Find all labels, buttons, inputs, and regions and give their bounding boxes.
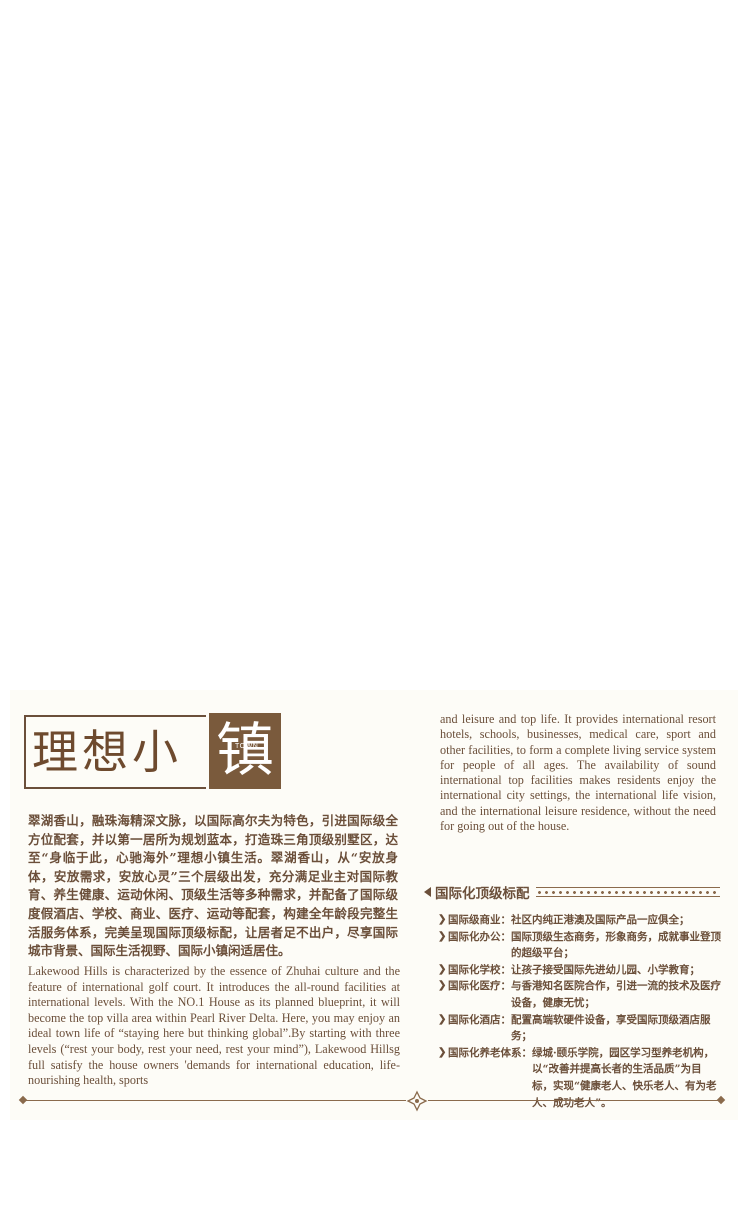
page-title: 理想小 <box>32 725 182 779</box>
chevron-right-icon: ❯ <box>438 963 447 975</box>
triangle-left-icon <box>424 887 431 897</box>
facility-desc: 国际顶级生态商务，形象商务，成就事业登顶的超级平台； <box>511 930 721 960</box>
list-item: ❯ 国际化学校： 让孩子接受国际先进幼儿园、小学教育； <box>438 962 722 979</box>
chevron-right-icon: ❯ <box>438 1013 447 1025</box>
chevron-right-icon: ❯ <box>438 1046 447 1058</box>
facility-desc: 让孩子接受国际先进幼儿园、小学教育； <box>511 963 700 976</box>
list-item: ❯ 国际化酒店： 配置高端软硬件设备，享受国际顶级酒店服务； <box>438 1012 722 1045</box>
facility-desc: 与香港知名医院合作，引进一流的技术及医疗设备，健康无忧； <box>511 980 721 1009</box>
section-heading: 国际化顶级标配 <box>424 882 720 902</box>
list-item: ❯ 国际化养老体系： 绿城·颐乐学院，园区学习型养老机构，以“改善并提高长者的生… <box>438 1045 722 1111</box>
facility-label: 国际化养老体系： <box>448 1046 532 1059</box>
facility-label: 国际化学校： <box>448 963 511 976</box>
english-continued-paragraph: and leisure and top life. It provides in… <box>440 712 716 834</box>
facility-list: ❯ 国际级商业： 社区内纯正港澳及国际产品一应俱全； ❯ 国际化办公： 国际顶级… <box>438 912 722 1111</box>
section-title: 国际化顶级标配 <box>435 886 530 902</box>
chinese-intro-paragraph: 翠湖香山，融珠海精深文脉，以国际高尔夫为特色，引进国际级全方位配套，并以第一居所… <box>28 813 398 959</box>
ornament-border <box>535 887 720 897</box>
list-item: ❯ 国际化医疗： 与香港知名医院合作，引进一流的技术及医疗设备，健康无忧； <box>438 978 722 1011</box>
chevron-right-icon: ❯ <box>438 980 447 992</box>
list-item: ❯ 国际化办公： 国际顶级生态商务，形象商务，成就事业登顶的超级平台； <box>438 929 722 962</box>
title-badge: 镇 TOWN <box>209 713 281 789</box>
facility-desc: 绿城·颐乐学院，园区学习型养老机构，以“改善并提高长者的生活品质”为目标，实现“… <box>532 1046 717 1109</box>
flourish-ornament-icon <box>406 1090 428 1112</box>
facility-desc: 配置高端软硬件设备，享受国际顶级酒店服务； <box>511 1013 711 1043</box>
chevron-right-icon: ❯ <box>438 914 447 925</box>
facility-label: 国际级商业： <box>448 914 511 926</box>
title-badge-char: 镇 <box>215 716 274 784</box>
facility-label: 国际化医疗： <box>448 980 511 993</box>
facility-desc: 社区内纯正港澳及国际产品一应俱全； <box>511 914 690 926</box>
facility-label: 国际化办公： <box>448 930 511 943</box>
facility-label: 国际化酒店： <box>448 1013 511 1026</box>
chevron-right-icon: ❯ <box>438 930 447 942</box>
list-item: ❯ 国际级商业： 社区内纯正港澳及国际产品一应俱全； <box>438 912 722 929</box>
title-badge-small: TOWN <box>235 743 259 750</box>
english-intro-paragraph: Lakewood Hills is characterized by the e… <box>28 964 400 1088</box>
footer-divider <box>22 1100 722 1101</box>
